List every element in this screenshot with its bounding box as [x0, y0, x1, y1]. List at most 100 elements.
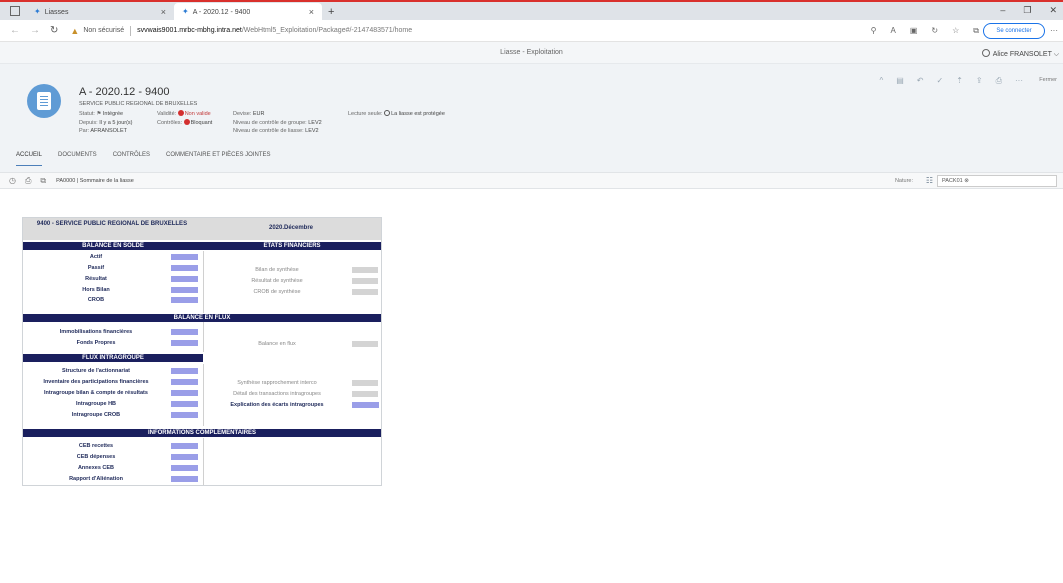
open-hors-bilan-button[interactable] [171, 287, 198, 293]
open-external-icon[interactable]: ⧉ [40, 176, 46, 186]
collections-icon[interactable]: ⧉ [973, 26, 979, 36]
upload-icon[interactable]: ⇡ [956, 76, 963, 86]
reload-icon[interactable]: ↻ [50, 25, 58, 36]
minimize-button[interactable]: – [1000, 5, 1005, 16]
tab-actions-icon[interactable] [10, 6, 20, 16]
more-actions-icon[interactable]: ··· [1015, 76, 1023, 86]
print-icon[interactable]: ⎙ [25, 176, 31, 186]
validity-block: Validité: Non valide Contrôles: Bloquant [157, 110, 213, 126]
open-balance-flux-button[interactable] [352, 341, 378, 347]
row-label: Rapport d'Aliénation [69, 476, 123, 482]
app-title: Liasse - Exploitation [500, 49, 563, 56]
open-rapport-alienation-button[interactable] [171, 476, 198, 482]
page-title: A - 2020.12 - 9400 [79, 86, 170, 98]
import-icon[interactable]: ⇪ [976, 76, 983, 86]
new-tab-button[interactable]: + [328, 6, 334, 18]
open-intragroupe-hb-button[interactable] [171, 401, 198, 407]
user-menu[interactable]: Alice FRANSOLET ⌵ [981, 49, 1059, 59]
nature-label: Nature: [894, 177, 913, 184]
entity-label: 9400 - SERVICE PUBLIC REGIONAL DE BRUXEL… [36, 221, 188, 227]
open-resultat-synthese-button[interactable] [352, 278, 378, 284]
row-label: Hors Bilan [82, 287, 110, 293]
url-path: /WebHtml5_Exploitation/Package#/-2147483… [241, 27, 413, 34]
open-detail-transactions-button[interactable] [352, 391, 378, 397]
list-icon[interactable]: ▤ [896, 76, 904, 86]
row-label: Détail des transactions intragroupes [233, 391, 321, 397]
read-aloud-icon[interactable]: A [891, 26, 896, 36]
row-label: CROB [87, 297, 105, 303]
row-label: Immobilisations financières [59, 329, 133, 335]
url-field[interactable]: svvwais9001.mrbc-mbhg.intra.net/WebHtml5… [137, 27, 412, 34]
history-icon[interactable]: ◷ [9, 176, 16, 185]
close-tab-icon[interactable]: × [309, 7, 314, 17]
open-resultat-button[interactable] [171, 276, 198, 282]
tab-controles[interactable]: CONTRÔLES [113, 152, 150, 166]
row-label: Balance en flux [258, 341, 296, 347]
back-icon[interactable]: ← [10, 25, 20, 36]
open-passif-button[interactable] [171, 265, 198, 271]
row-label: Actif [89, 254, 103, 260]
header-toolbar: ^ ▤ ↶ ✓ ⇡ ⇪ ⎙ ··· [879, 76, 1023, 86]
sign-in-label: Se connecter [996, 28, 1032, 34]
row-label: Intragroupe HB [75, 401, 117, 407]
nature-list-icon[interactable]: ☷ [926, 176, 933, 185]
tab-accueil[interactable]: ACCUEIL [16, 152, 43, 166]
row-label: Synthèse rapprochement interco [237, 380, 317, 386]
open-synthese-interco-button[interactable] [352, 380, 378, 386]
undo-icon[interactable]: ↶ [917, 76, 924, 86]
open-ceb-depenses-button[interactable] [171, 454, 198, 460]
section-etats-financiers: ETATS FINANCIERS [203, 242, 381, 250]
browser-tab-liasses[interactable]: ✦ Liasses × [26, 3, 174, 20]
divider [130, 25, 132, 36]
open-explication-ecarts-button[interactable] [352, 402, 379, 408]
open-crob-synthese-button[interactable] [352, 289, 378, 295]
blocking-icon [183, 118, 190, 125]
close-button[interactable]: Fermer [1039, 77, 1057, 83]
collapse-icon[interactable]: ^ [879, 76, 883, 86]
app-favicon-icon: ✦ [34, 7, 41, 16]
row-label: CROB de synthèse [253, 289, 301, 295]
open-fonds-propres-button[interactable] [171, 340, 198, 346]
row-label: Inventaire des participations financière… [43, 379, 149, 385]
open-crob-button[interactable] [171, 297, 198, 303]
zoom-icon[interactable]: ⚲ [871, 26, 877, 36]
open-immobilisations-button[interactable] [171, 329, 198, 335]
open-intragroupe-crob-button[interactable] [171, 412, 198, 418]
open-actif-button[interactable] [171, 254, 198, 260]
open-annexes-ceb-button[interactable] [171, 465, 198, 471]
row-label: Intragroupe bilan & compte de résultats [44, 390, 148, 396]
close-window-button[interactable]: ✕ [1049, 5, 1057, 16]
print-icon[interactable]: ⎙ [996, 76, 1002, 86]
section-title: BALANCE EN FLUX [173, 315, 231, 321]
refresh-icon[interactable]: ↻ [931, 26, 938, 36]
section-informations: INFORMATIONS COMPLEMENTAIRES [23, 429, 381, 437]
open-participations-button[interactable] [171, 379, 198, 385]
pack-value: PACK01 ⊗ [942, 178, 969, 184]
section-title: INFORMATIONS COMPLEMENTAIRES [147, 430, 257, 436]
tab-commentaire[interactable]: COMMENTAIRE ET PIÈCES JOINTES [166, 152, 270, 166]
maximize-button[interactable]: ❐ [1023, 5, 1031, 16]
not-secure-label[interactable]: Non sécurisé [83, 27, 124, 34]
more-icon[interactable]: ··· [1050, 26, 1058, 35]
row-label: Résultat [85, 276, 107, 282]
tab-documents[interactable]: DOCUMENTS [58, 152, 97, 166]
close-tab-icon[interactable]: × [161, 7, 166, 17]
open-bilan-synthese-button[interactable] [352, 267, 378, 273]
browser-tab-active[interactable]: ✦ A - 2020.12 - 9400 × [174, 3, 322, 20]
extension-icon[interactable]: ▣ [910, 26, 918, 36]
validate-icon[interactable]: ✓ [936, 76, 943, 86]
row-label: Bilan de synthèse [255, 267, 299, 273]
open-actionnariat-button[interactable] [171, 368, 198, 374]
open-ceb-recettes-button[interactable] [171, 443, 198, 449]
column-divider [203, 322, 204, 352]
pack-selector[interactable]: PACK01 ⊗ [937, 175, 1057, 187]
package-header: A - 2020.12 - 9400 SERVICE PUBLIC REGION… [0, 64, 1063, 172]
forward-icon[interactable]: → [30, 25, 40, 36]
row-label: Passif [87, 265, 105, 271]
sign-in-button[interactable]: Se connecter [983, 23, 1045, 39]
row-label: CEB dépenses [76, 454, 116, 460]
favorites-icon[interactable]: ☆ [952, 26, 959, 36]
open-intragroupe-bilan-button[interactable] [171, 390, 198, 396]
warning-icon[interactable]: ▲ [70, 26, 79, 36]
error-icon [177, 110, 184, 116]
